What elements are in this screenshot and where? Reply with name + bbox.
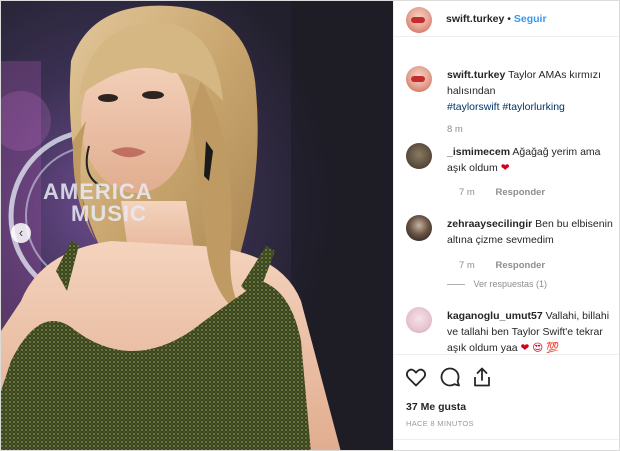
photo-illustration xyxy=(1,1,393,450)
add-comment-area[interactable] xyxy=(394,439,619,450)
caption-time: 8 m xyxy=(447,124,463,135)
comment-text: zehraaysecilingir Ben bu elbisenin altın… xyxy=(447,216,619,248)
time-label[interactable]: 7 m xyxy=(459,260,475,271)
comment-username[interactable]: kaganoglu_umut57 xyxy=(447,310,543,322)
post-header: swift.turkey • Seguir xyxy=(394,1,619,37)
comment-emoji: ❤ 😍 💯 xyxy=(520,342,560,354)
instagram-post-window: AMERICA MUSIC ‹ swift.turkey • Seguir sw… xyxy=(0,0,620,451)
chevron-left-icon: ‹ xyxy=(18,225,24,240)
avatar[interactable] xyxy=(406,215,432,241)
caption-hashtags[interactable]: #taylorswift #taylorlurking xyxy=(447,99,619,115)
post-photo[interactable]: AMERICA MUSIC ‹ xyxy=(1,1,393,450)
time-label[interactable]: 8 m xyxy=(447,124,463,135)
photo-logo-line2: MUSIC xyxy=(71,201,147,226)
view-replies-button[interactable]: Ver respuestas (1) xyxy=(447,279,547,289)
avatar[interactable] xyxy=(406,66,432,92)
comment-button[interactable] xyxy=(438,365,462,389)
previous-photo-button[interactable]: ‹ xyxy=(11,223,31,243)
comment-username[interactable]: zehraaysecilingir xyxy=(447,218,532,230)
avatar[interactable] xyxy=(406,143,432,169)
reply-button[interactable]: Responder xyxy=(495,187,545,198)
share-icon xyxy=(474,367,490,387)
header-separator: • xyxy=(507,13,511,25)
header-username[interactable]: swift.turkey xyxy=(446,13,504,25)
like-button[interactable] xyxy=(404,365,428,389)
heart-icon xyxy=(405,368,427,387)
share-button[interactable] xyxy=(470,365,494,389)
follow-button[interactable]: Seguir xyxy=(514,13,547,25)
comment-text: _ismimecem Ağağağ yerim ama aşık oldum ❤ xyxy=(447,144,619,176)
header-line: swift.turkey • Seguir xyxy=(446,13,547,25)
divider xyxy=(447,284,465,286)
caption-username[interactable]: swift.turkey xyxy=(447,69,505,81)
comment-username[interactable]: _ismimecem xyxy=(447,146,510,158)
reply-button[interactable]: Responder xyxy=(495,260,545,271)
avatar[interactable] xyxy=(406,307,432,333)
comment-emoji: ❤ xyxy=(500,162,510,174)
comment-meta: 7 m Responder xyxy=(459,260,545,271)
post-timestamp[interactable]: HACE 8 MINUTOS xyxy=(406,419,474,428)
post-actions: 37 Me gusta HACE 8 MINUTOS xyxy=(394,354,619,450)
comment-meta: 7 m Responder xyxy=(459,187,545,198)
caption-text: swift.turkey Taylor AMAs kırmızı halısın… xyxy=(447,67,619,115)
time-label[interactable]: 7 m xyxy=(459,187,475,198)
comment-text: kaganoglu_umut57 Vallahi, billahi ve tal… xyxy=(447,308,619,356)
view-replies-label[interactable]: Ver respuestas (1) xyxy=(474,279,548,289)
avatar[interactable] xyxy=(406,7,432,33)
likes-count[interactable]: 37 Me gusta xyxy=(406,401,466,413)
comment-icon xyxy=(440,367,460,387)
post-side-panel: swift.turkey • Seguir swift.turkey Taylo… xyxy=(393,1,619,450)
